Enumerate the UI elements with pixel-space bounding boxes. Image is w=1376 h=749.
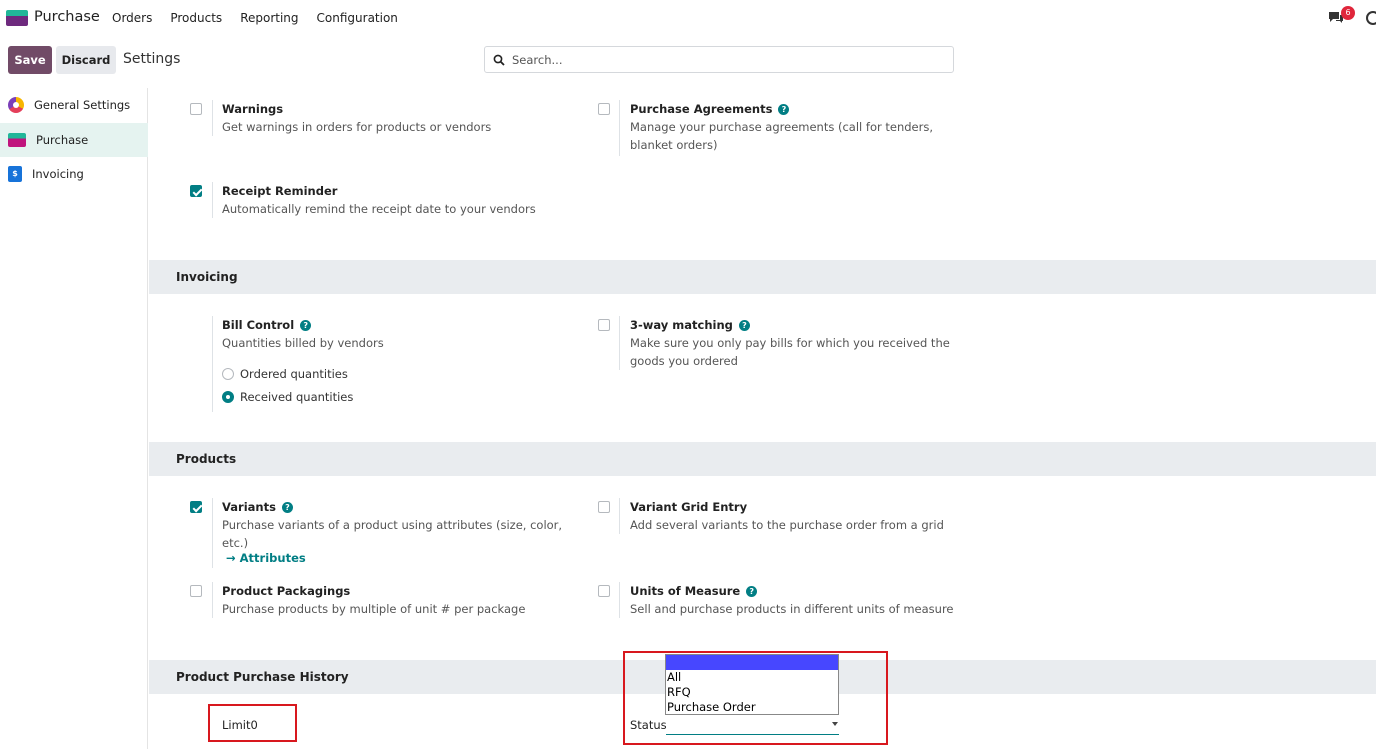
chat-badge: 6 — [1341, 6, 1355, 20]
top-navbar: Purchase Orders Products Reporting Confi… — [0, 0, 1376, 36]
sidebar-item-invoicing[interactable]: $ Invoicing — [0, 157, 148, 191]
limit-field[interactable]: Limit0 — [222, 718, 258, 732]
status-dropdown-list[interactable]: All RFQ Purchase Order — [665, 654, 839, 715]
radio-received-quantities[interactable] — [222, 391, 234, 403]
settings-sidebar: General Settings Purchase $ Invoicing — [0, 88, 148, 749]
variants-title: Variants? — [222, 500, 293, 514]
variants-desc: Purchase variants of a product using att… — [222, 518, 563, 550]
search-input[interactable] — [512, 52, 932, 67]
divider — [212, 100, 213, 136]
sidebar-item-label: Invoicing — [32, 167, 84, 181]
purchase-agreements-title: Purchase Agreements? — [630, 102, 790, 116]
status-label: Status — [630, 718, 667, 732]
app-name[interactable]: Purchase — [34, 9, 100, 25]
help-icon[interactable]: ? — [778, 104, 790, 115]
units-of-measure-title: Units of Measure? — [630, 584, 758, 598]
variant-grid-entry-title: Variant Grid Entry — [630, 500, 748, 514]
general-settings-icon — [8, 97, 24, 113]
help-icon[interactable]: ? — [746, 586, 758, 597]
menu-products[interactable]: Products — [170, 11, 222, 25]
menu-orders[interactable]: Orders — [112, 11, 152, 25]
purchase-agreements-desc: Manage your purchase agreements (call fo… — [630, 120, 933, 152]
receipt-reminder-checkbox[interactable] — [190, 185, 202, 197]
product-packagings-title: Product Packagings — [222, 584, 351, 598]
sidebar-item-label: General Settings — [34, 98, 131, 112]
help-icon[interactable]: ? — [281, 502, 293, 513]
section-products-heading: Products — [149, 442, 1376, 476]
chevron-down-icon[interactable] — [832, 722, 838, 726]
search-box[interactable] — [484, 46, 954, 73]
three-way-matching-checkbox[interactable] — [598, 319, 610, 331]
receipt-reminder-title: Receipt Reminder — [222, 184, 338, 198]
breadcrumb: Settings — [123, 51, 181, 67]
divider — [212, 182, 213, 218]
status-select[interactable] — [666, 734, 839, 735]
receipt-reminder-desc: Automatically remind the receipt date to… — [222, 202, 536, 216]
main-menu: Orders Products Reporting Configuration — [112, 11, 416, 25]
status-option-empty[interactable] — [666, 655, 838, 670]
units-of-measure-checkbox[interactable] — [598, 585, 610, 597]
attributes-link-label: Attributes — [239, 551, 306, 565]
purchase-agreements-checkbox[interactable] — [598, 103, 610, 115]
save-button[interactable]: Save — [8, 46, 52, 74]
sidebar-item-label: Purchase — [36, 133, 89, 147]
section-invoicing-heading: Invoicing — [149, 260, 1376, 294]
help-icon[interactable]: ? — [300, 320, 312, 331]
purchase-agreements-label: Purchase Agreements — [630, 102, 773, 116]
invoicing-app-icon: $ — [8, 166, 22, 182]
search-icon — [493, 54, 505, 66]
divider — [212, 498, 213, 568]
three-way-matching-label: 3-way matching — [630, 318, 733, 332]
purchase-app-icon[interactable] — [6, 10, 28, 26]
radio-ordered-quantities[interactable] — [222, 368, 234, 380]
attributes-link[interactable]: → Attributes — [226, 551, 306, 565]
units-of-measure-desc: Sell and purchase products in different … — [630, 602, 954, 616]
menu-configuration[interactable]: Configuration — [317, 11, 398, 25]
help-icon[interactable]: ? — [738, 320, 750, 331]
limit-value[interactable]: 0 — [251, 718, 258, 732]
divider — [619, 498, 620, 534]
bill-control-label: Bill Control — [222, 318, 295, 332]
sidebar-item-purchase[interactable]: Purchase — [0, 123, 148, 157]
product-packagings-checkbox[interactable] — [190, 585, 202, 597]
purchase-app-icon — [8, 133, 26, 147]
status-option-all[interactable]: All — [666, 670, 838, 685]
limit-label: Limit — [222, 718, 251, 732]
menu-reporting[interactable]: Reporting — [240, 11, 298, 25]
three-way-matching-desc: Make sure you only pay bills for which y… — [630, 336, 950, 368]
variants-label: Variants — [222, 500, 276, 514]
status-option-purchase-order[interactable]: Purchase Order — [666, 700, 838, 715]
three-way-matching-title: 3-way matching? — [630, 318, 750, 332]
variants-checkbox[interactable] — [190, 501, 202, 513]
activity-clock-icon[interactable] — [1366, 11, 1376, 25]
arrow-right-icon: → — [226, 551, 240, 565]
variant-grid-entry-checkbox[interactable] — [598, 501, 610, 513]
divider — [619, 100, 620, 156]
divider — [619, 316, 620, 370]
bill-control-desc: Quantities billed by vendors — [222, 336, 384, 350]
product-packagings-desc: Purchase products by multiple of unit # … — [222, 602, 526, 616]
warnings-desc: Get warnings in orders for products or v… — [222, 120, 492, 134]
divider — [619, 582, 620, 618]
status-option-rfq[interactable]: RFQ — [666, 685, 838, 700]
warnings-title: Warnings — [222, 102, 284, 116]
discard-button[interactable]: Discard — [56, 46, 116, 74]
variant-grid-entry-desc: Add several variants to the purchase ord… — [630, 518, 944, 532]
warnings-checkbox[interactable] — [190, 103, 202, 115]
divider — [212, 582, 213, 618]
radio-label-received: Received quantities — [240, 390, 354, 404]
radio-label-ordered: Ordered quantities — [240, 367, 348, 381]
settings-content: Warnings Get warnings in orders for prod… — [149, 88, 1376, 749]
sidebar-item-general-settings[interactable]: General Settings — [0, 88, 148, 122]
units-of-measure-label: Units of Measure — [630, 584, 741, 598]
bill-control-title: Bill Control? — [222, 318, 312, 332]
divider — [212, 316, 213, 412]
